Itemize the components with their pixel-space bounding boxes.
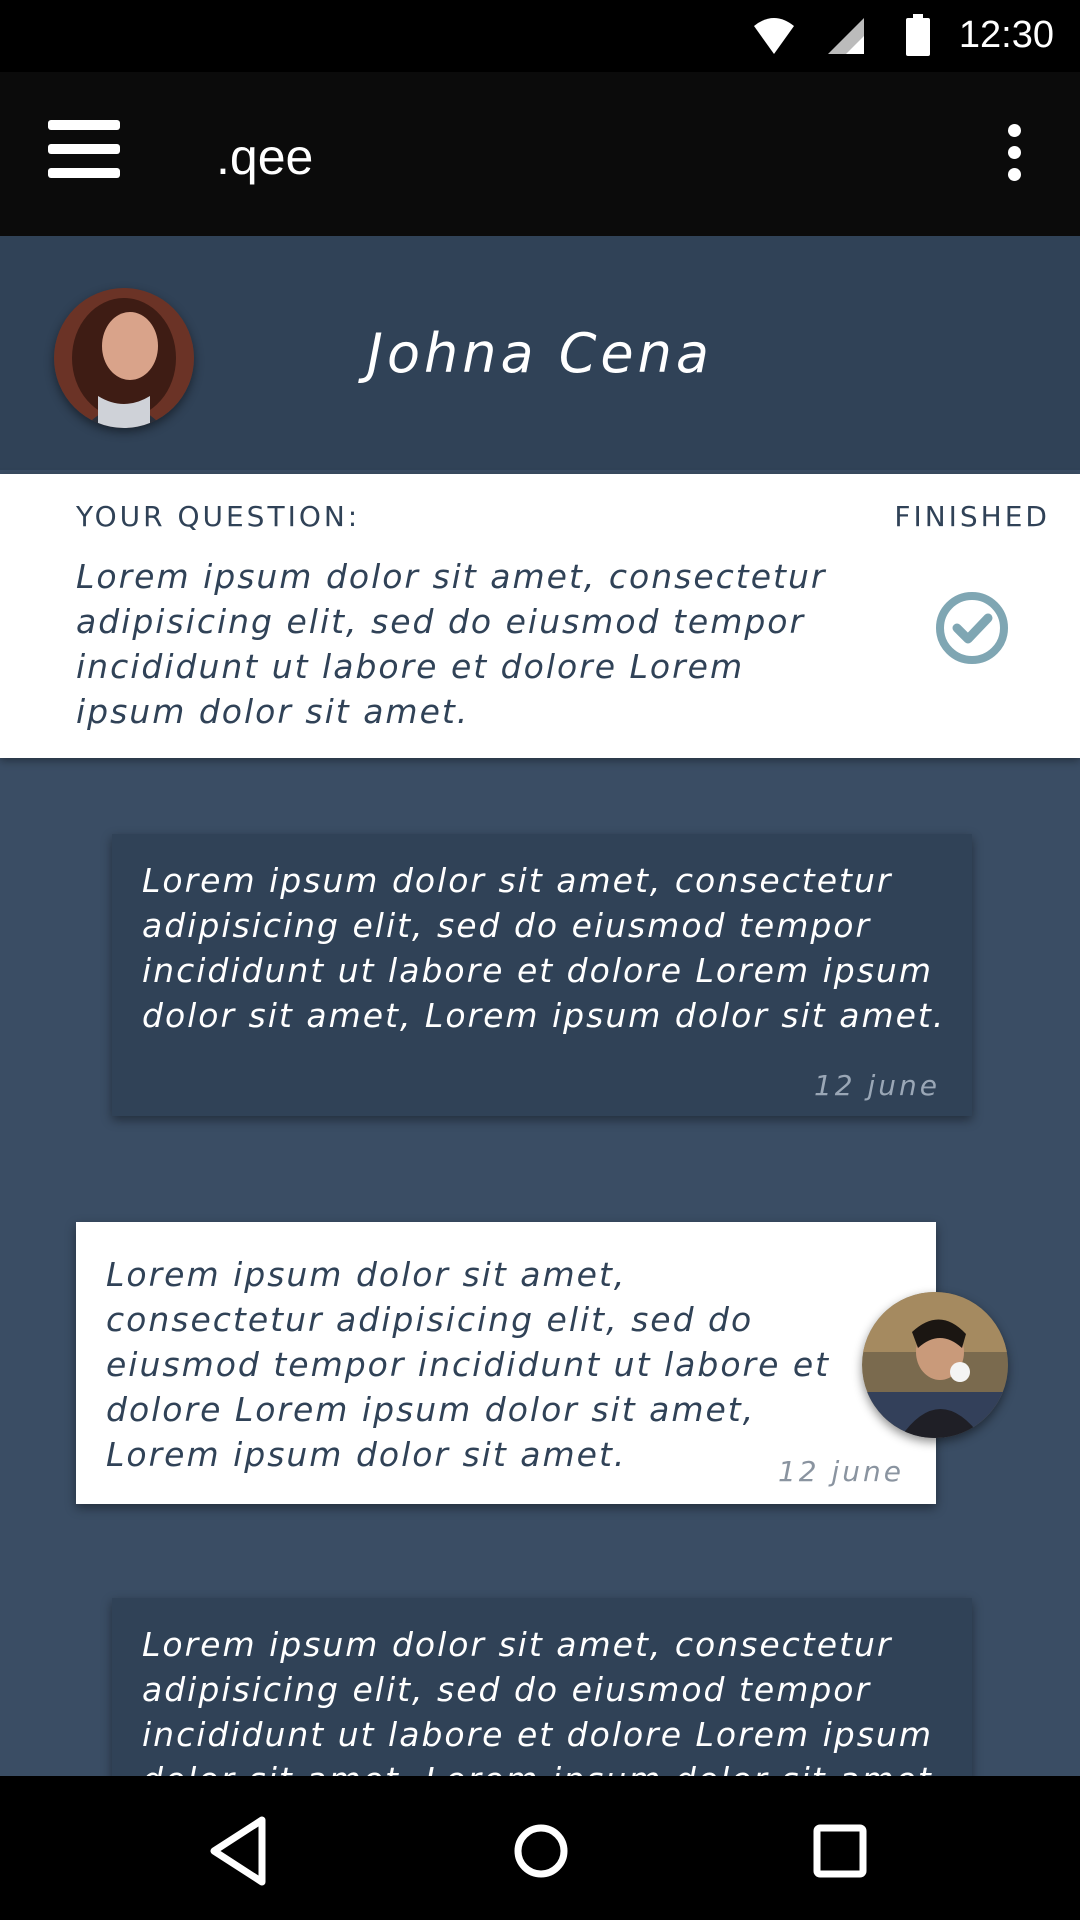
message-text: Lorem ipsum dolor sit amet, consectetur … bbox=[106, 1255, 831, 1474]
question-text: Lorem ipsum dolor sit amet, consectetur … bbox=[76, 557, 827, 731]
status-time: 12:30 bbox=[958, 14, 1054, 56]
back-icon[interactable] bbox=[196, 1806, 286, 1896]
home-icon[interactable] bbox=[496, 1806, 586, 1896]
message-card: Lorem ipsum dolor sit amet, consectetur … bbox=[76, 1222, 936, 1504]
more-vertical-icon[interactable] bbox=[990, 124, 1040, 184]
wifi-icon bbox=[754, 18, 794, 54]
navigation-bar bbox=[0, 1776, 1080, 1920]
question-card: YOUR QUESTION: FINISHED Lorem ipsum dolo… bbox=[0, 474, 1080, 758]
message-text: Lorem ipsum dolor sit amet, consectetur … bbox=[142, 1625, 943, 1799]
avatar[interactable] bbox=[862, 1292, 1008, 1438]
battery-icon bbox=[906, 14, 930, 56]
profile-header: Johna Cena bbox=[0, 236, 1080, 470]
app-title: .qee bbox=[216, 129, 314, 185]
message-date: 12 june bbox=[777, 1455, 904, 1488]
profile-name: Johna Cena bbox=[367, 322, 713, 385]
message-text: Lorem ipsum dolor sit amet, consectetur … bbox=[142, 861, 946, 1035]
status-bar: 12:30 bbox=[0, 0, 1080, 72]
recents-icon[interactable] bbox=[796, 1806, 886, 1896]
message-date: 12 june bbox=[813, 1069, 940, 1102]
message-card: Lorem ipsum dolor sit amet, consectetur … bbox=[112, 834, 972, 1116]
hamburger-menu-icon[interactable] bbox=[40, 120, 130, 190]
signal-icon bbox=[828, 18, 864, 54]
status-badge: FINISHED bbox=[894, 500, 1050, 533]
app-toolbar: .qee bbox=[0, 72, 1080, 236]
question-label: YOUR QUESTION: bbox=[76, 500, 361, 533]
check-circle-icon bbox=[936, 592, 1008, 664]
